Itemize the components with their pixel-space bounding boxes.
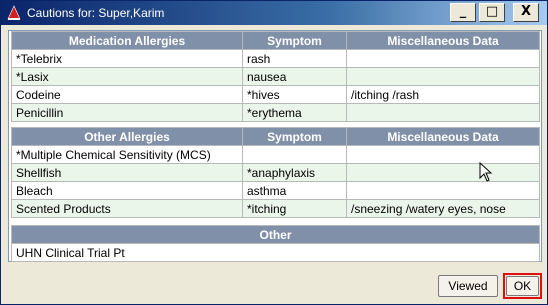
- table-row[interactable]: UHN Clinical Trial Pt: [11, 243, 540, 262]
- allergy-symptom: *itching: [242, 199, 347, 218]
- column-header-symptom[interactable]: Symptom: [242, 127, 347, 146]
- table-row[interactable]: Codeine *hives /itching /rash: [11, 85, 540, 104]
- table-row[interactable]: *Lasix nausea: [11, 67, 540, 86]
- viewed-button[interactable]: Viewed: [438, 275, 498, 297]
- table-row[interactable]: *Multiple Chemical Sensitivity (MCS): [11, 145, 540, 164]
- app-logo-icon: [7, 5, 21, 20]
- allergy-symptom: [242, 145, 347, 164]
- allergy-symptom: nausea: [242, 67, 347, 86]
- allergy-name: Shellfish: [11, 163, 243, 182]
- allergy-symptom: *hives: [242, 85, 347, 104]
- table-row[interactable]: Scented Products *itching /sneezing /wat…: [11, 199, 540, 218]
- allergy-misc: /itching /rash: [346, 85, 540, 104]
- allergy-name: *Telebrix: [11, 49, 243, 68]
- column-header-other[interactable]: Other: [11, 225, 540, 244]
- cautions-content[interactable]: Medication Allergies Symptom Miscellaneo…: [8, 30, 542, 262]
- allergy-name: Codeine: [11, 85, 243, 104]
- allergy-misc: [346, 103, 540, 122]
- table-row[interactable]: *Telebrix rash: [11, 49, 540, 68]
- allergy-symptom: *erythema: [242, 103, 347, 122]
- table-row[interactable]: Bleach asthma: [11, 181, 540, 200]
- title-bar[interactable]: Cautions for: Super,Karim _ □ X: [1, 1, 547, 25]
- close-button[interactable]: X: [513, 3, 539, 22]
- allergy-symptom: rash: [242, 49, 347, 68]
- allergy-misc: [346, 49, 540, 68]
- allergy-misc: [346, 181, 540, 200]
- column-header-medication-allergies[interactable]: Medication Allergies: [11, 31, 243, 50]
- medication-allergies-table: Medication Allergies Symptom Miscellaneo…: [11, 31, 540, 122]
- other-table: Other UHN Clinical Trial Pt: [11, 225, 540, 262]
- maximize-icon: □: [485, 4, 499, 19]
- allergy-symptom: asthma: [242, 181, 347, 200]
- minimize-button[interactable]: _: [450, 3, 476, 22]
- column-header-other-allergies[interactable]: Other Allergies: [11, 127, 243, 146]
- minimize-icon: _: [459, 4, 467, 19]
- allergy-misc: [346, 145, 540, 164]
- allergy-name: Bleach: [11, 181, 243, 200]
- allergy-name: *Multiple Chemical Sensitivity (MCS): [11, 145, 243, 164]
- table-row[interactable]: Penicillin *erythema: [11, 103, 540, 122]
- allergy-misc: [346, 163, 540, 182]
- other-allergies-table: Other Allergies Symptom Miscellaneous Da…: [11, 127, 540, 218]
- close-icon: X: [520, 4, 532, 19]
- allergy-name: *Lasix: [11, 67, 243, 86]
- cautions-window: Cautions for: Super,Karim _ □ X Medicati…: [0, 0, 548, 305]
- column-header-symptom[interactable]: Symptom: [242, 31, 347, 50]
- allergy-name: Scented Products: [11, 199, 243, 218]
- allergy-name: Penicillin: [11, 103, 243, 122]
- other-note: UHN Clinical Trial Pt: [11, 243, 540, 262]
- table-row[interactable]: Shellfish *anaphylaxis: [11, 163, 540, 182]
- column-header-misc-data[interactable]: Miscellaneous Data: [346, 127, 540, 146]
- allergy-misc: [346, 67, 540, 86]
- maximize-button[interactable]: □: [479, 3, 505, 22]
- ok-button[interactable]: OK: [506, 276, 539, 296]
- window-title: Cautions for: Super,Karim: [27, 6, 165, 20]
- mouse-pointer-icon: [479, 162, 493, 182]
- allergy-symptom: *anaphylaxis: [242, 163, 347, 182]
- column-header-misc-data[interactable]: Miscellaneous Data: [346, 31, 540, 50]
- allergy-misc: /sneezing /watery eyes, nose: [346, 199, 540, 218]
